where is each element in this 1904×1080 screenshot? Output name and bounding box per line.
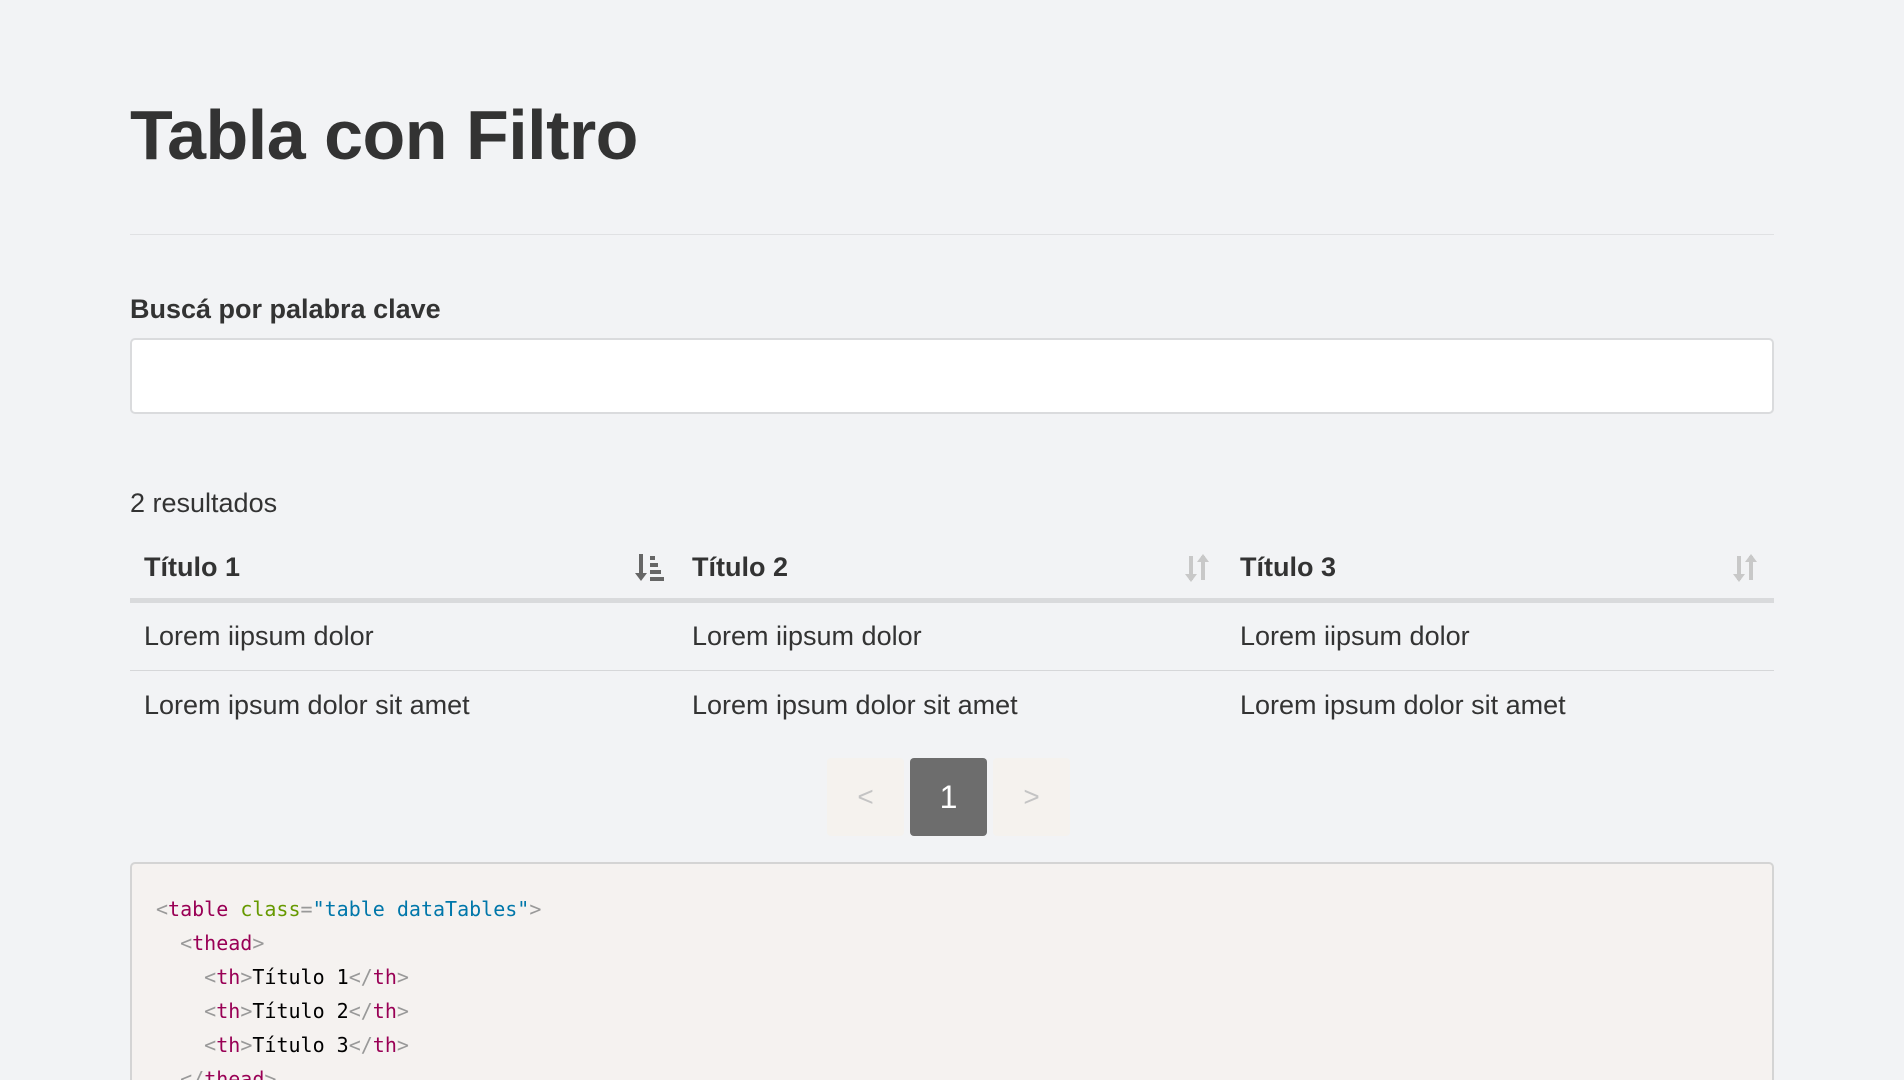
column-header-3[interactable]: Título 3 [1226,538,1774,603]
title-divider [130,234,1774,235]
next-page-button[interactable]: > [993,758,1070,836]
prev-page-button[interactable]: < [827,758,904,836]
data-table: Título 1 Título 2 Título 3 Lorem iipsum … [130,538,1774,740]
table-row: Lorem ipsum dolor sit amet Lorem ipsum d… [130,670,1774,740]
search-input[interactable] [130,338,1774,414]
column-header-label: Título 3 [1240,552,1336,583]
table-row: Lorem iipsum dolor Lorem iipsum dolor Lo… [130,600,1774,671]
table-cell: Lorem ipsum dolor sit amet [692,689,1018,720]
code-line: <th>Título 1</th> [204,965,409,989]
table-cell: Lorem iipsum dolor [678,600,1226,671]
page-title: Tabla con Filtro [130,96,638,174]
code-line: <th>Título 2</th> [204,999,409,1023]
code-line: <th>Título 3</th> [204,1033,409,1057]
code-snippet: <table class="table dataTables"> <thead>… [130,862,1774,1080]
code-line: <table class="table dataTables"> [156,897,542,921]
table-cell: Lorem ipsum dolor sit amet [1240,689,1566,720]
code-line: </thead> [180,1067,277,1080]
search-label: Buscá por palabra clave [130,294,441,324]
table-header-row: Título 1 Título 2 Título 3 [130,538,1774,603]
column-header-2[interactable]: Título 2 [678,538,1226,603]
sort-icon[interactable] [1730,552,1760,584]
column-header-1[interactable]: Título 1 [130,538,678,603]
code-line: <thead> [180,931,265,955]
table-cell: Lorem iipsum dolor [130,600,678,671]
page-1-button[interactable]: 1 [910,758,987,836]
table-cell: Lorem ipsum dolor sit amet [144,689,470,720]
results-count: 2 resultados [130,488,278,518]
column-header-label: Título 1 [144,552,240,583]
page: Tabla con Filtro Buscá por palabra clave… [0,0,1904,1080]
table-cell: Lorem iipsum dolor [1226,600,1774,671]
sort-icon[interactable] [1182,552,1212,584]
sort-amount-down-icon[interactable] [634,552,664,584]
column-header-label: Título 2 [692,552,788,583]
pagination: < 1 > [827,758,1070,836]
